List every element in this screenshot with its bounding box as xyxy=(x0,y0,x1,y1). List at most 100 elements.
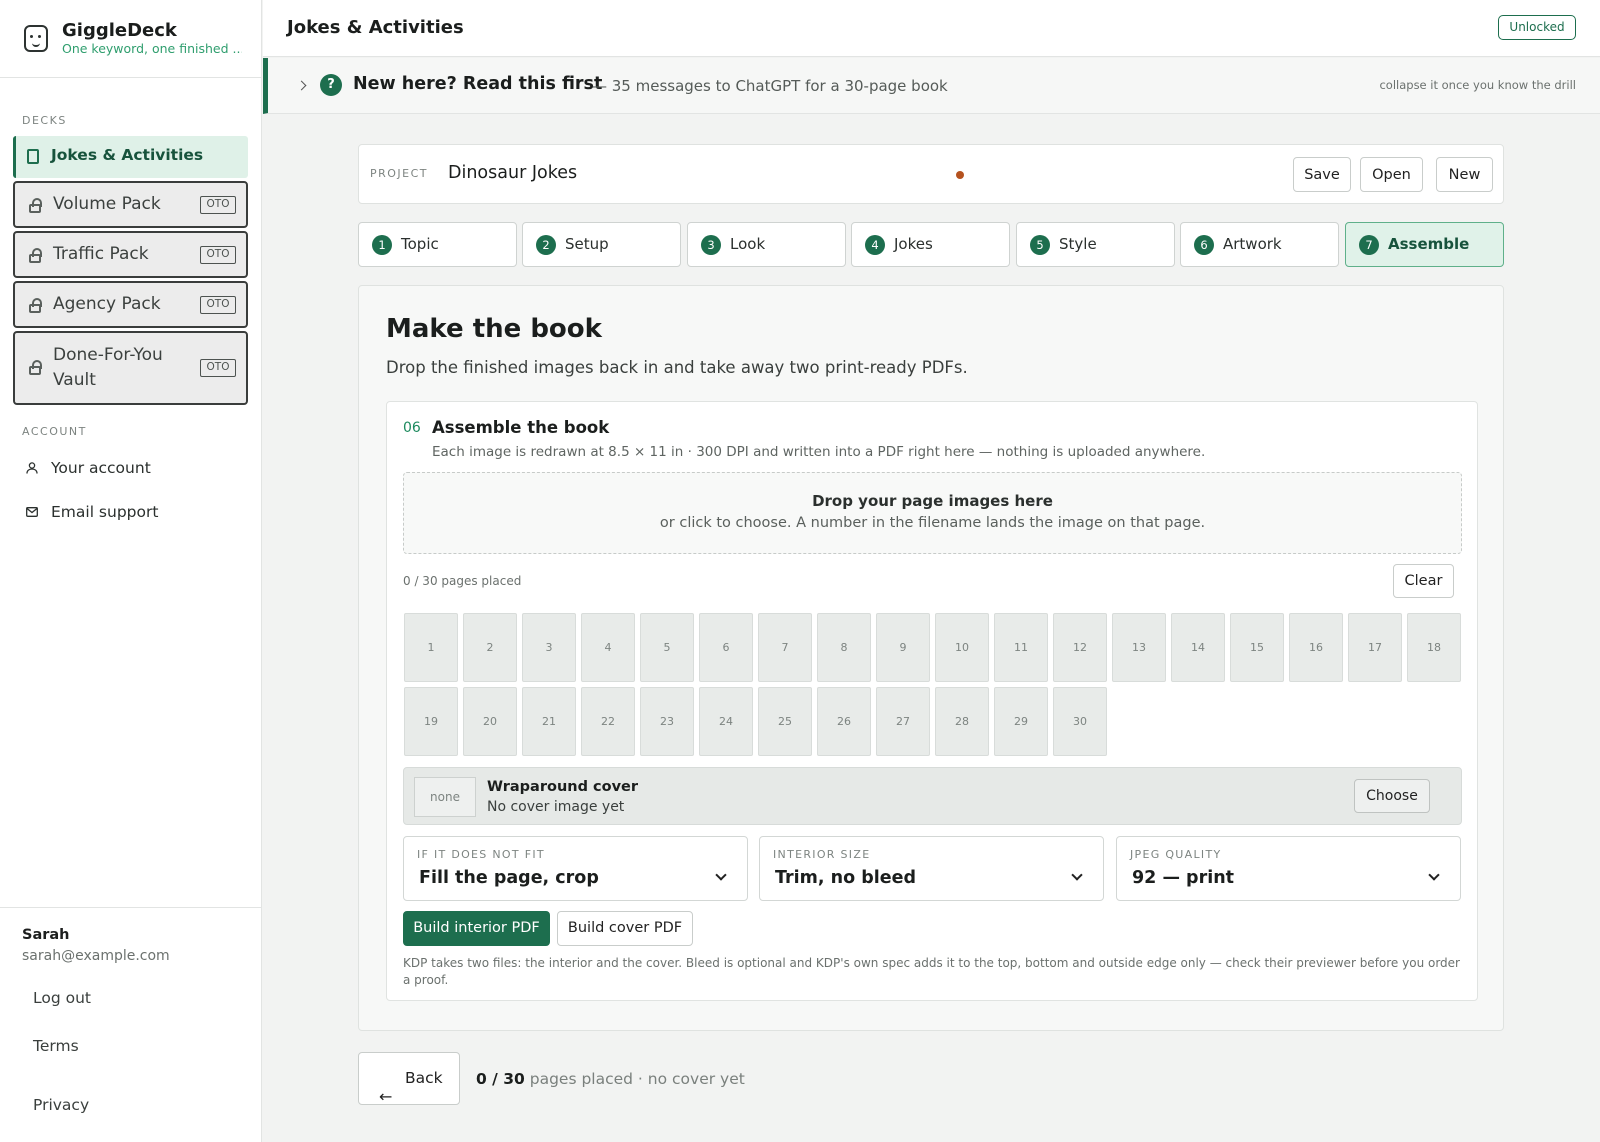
build-interior-pdf-button[interactable]: Build interior PDF xyxy=(403,911,550,946)
top-bar: Jokes & Activities Unlocked xyxy=(263,0,1600,57)
drop-title: Drop your page images here xyxy=(812,492,1053,510)
page-slot[interactable]: 10 xyxy=(935,613,989,682)
page-slot[interactable]: 20 xyxy=(463,687,517,756)
select-value: Trim, no bleed xyxy=(775,868,916,888)
page-slot[interactable]: 29 xyxy=(994,687,1048,756)
page-slot[interactable]: 8 xyxy=(817,613,871,682)
page-slot[interactable]: 4 xyxy=(581,613,635,682)
image-drop-zone[interactable]: Drop your page images here or click to c… xyxy=(403,472,1462,554)
tab-look[interactable]: 3 Look xyxy=(687,222,846,267)
sidebar-item-agency-pack[interactable]: Agency Pack OTO xyxy=(13,281,248,328)
tab-topic[interactable]: 1 Topic xyxy=(358,222,517,267)
oto-badge: OTO xyxy=(200,196,236,214)
page-slot[interactable]: 17 xyxy=(1348,613,1402,682)
tab-jokes[interactable]: 4 Jokes xyxy=(851,222,1010,267)
user-panel: Sarah sarah@example.com Log out Terms Pr… xyxy=(0,907,262,1142)
page-slot[interactable]: 12 xyxy=(1053,613,1107,682)
jpeg-quality-select[interactable]: JPEG QUALITY 92 — print xyxy=(1116,836,1461,901)
page-slot[interactable]: 27 xyxy=(876,687,930,756)
tab-assemble[interactable]: 7 Assemble xyxy=(1345,222,1504,267)
kdp-note: KDP takes two files: the interior and th… xyxy=(403,956,1460,987)
step-label: Style xyxy=(1059,235,1097,253)
page-slot[interactable]: 5 xyxy=(640,613,694,682)
chevron-down-icon xyxy=(715,869,727,881)
mail-icon xyxy=(26,507,38,517)
page-slot[interactable]: 16 xyxy=(1289,613,1343,682)
privacy-link[interactable]: Privacy xyxy=(33,1096,89,1114)
sidebar-item-done-for-you-vault[interactable]: Done-For-You Vault OTO xyxy=(13,331,248,405)
sidebar-item-traffic-pack[interactable]: Traffic Pack OTO xyxy=(13,231,248,278)
select-value: 92 — print xyxy=(1132,868,1235,888)
project-label: PROJECT xyxy=(370,167,429,180)
sidebar-item-your-account[interactable]: Your account xyxy=(24,459,224,481)
tab-setup[interactable]: 2 Setup xyxy=(522,222,681,267)
choose-cover-button[interactable]: Choose xyxy=(1354,779,1430,813)
page-slot[interactable]: 24 xyxy=(699,687,753,756)
page-slot[interactable]: 22 xyxy=(581,687,635,756)
back-button[interactable]: ← Back xyxy=(358,1052,460,1106)
status-badge: Unlocked xyxy=(1498,15,1576,40)
chevron-down-icon xyxy=(1428,869,1440,881)
page-slot[interactable]: 1 xyxy=(404,613,458,682)
page-slot[interactable]: 11 xyxy=(994,613,1048,682)
new-button[interactable]: New xyxy=(1436,157,1493,192)
book-icon xyxy=(27,149,39,164)
logout-link[interactable]: Log out xyxy=(33,989,91,1007)
interior-size-select[interactable]: INTERIOR SIZE Trim, no bleed xyxy=(759,836,1104,901)
page-slot[interactable]: 13 xyxy=(1112,613,1166,682)
project-name[interactable]: Dinosaur Jokes xyxy=(448,163,577,183)
decks-label: DECKS xyxy=(22,114,67,127)
open-button[interactable]: Open xyxy=(1360,157,1423,192)
page-slot[interactable]: 9 xyxy=(876,613,930,682)
brand-tagline: One keyword, one finished ... xyxy=(62,41,242,56)
page-slot[interactable]: 30 xyxy=(1053,687,1107,756)
sidebar-item-email-support[interactable]: Email support xyxy=(24,503,224,525)
lock-icon xyxy=(29,198,42,213)
page-slot[interactable]: 26 xyxy=(817,687,871,756)
select-value: Fill the page, crop xyxy=(419,868,599,888)
sidebar-item-label: Traffic Pack xyxy=(53,244,149,264)
page-slot[interactable]: 28 xyxy=(935,687,989,756)
intro-notice[interactable]: ? New here? Read this first — 35 message… xyxy=(263,58,1600,114)
pages-placed-count: 0 / 30 pages placed xyxy=(403,574,522,588)
assemble-panel: Make the book Drop the finished images b… xyxy=(358,285,1504,1031)
page-slot[interactable]: 7 xyxy=(758,613,812,682)
clear-button[interactable]: Clear xyxy=(1393,564,1454,598)
panel-title: Make the book xyxy=(386,314,602,344)
notice-subtitle: — 35 messages to ChatGPT for a 30-page b… xyxy=(592,77,948,95)
step-label: Setup xyxy=(565,235,609,253)
select-label: IF IT DOES NOT FIT xyxy=(417,848,545,861)
oto-badge: OTO xyxy=(200,296,236,314)
tab-style[interactable]: 5 Style xyxy=(1016,222,1175,267)
fit-select[interactable]: IF IT DOES NOT FIT Fill the page, crop xyxy=(403,836,748,901)
bottom-status-text: pages placed · no cover yet xyxy=(524,1070,745,1088)
select-label: JPEG QUALITY xyxy=(1130,848,1222,861)
page-slot[interactable]: 19 xyxy=(404,687,458,756)
step-number: 1 xyxy=(372,235,392,255)
page-slot[interactable]: 15 xyxy=(1230,613,1284,682)
step-label: Artwork xyxy=(1223,235,1282,253)
save-button[interactable]: Save xyxy=(1293,157,1351,192)
page-slot[interactable]: 25 xyxy=(758,687,812,756)
brand: GiggleDeck One keyword, one finished ... xyxy=(0,0,262,78)
sidebar-item-volume-pack[interactable]: Volume Pack OTO xyxy=(13,181,248,228)
cover-row: none Wraparound cover No cover image yet… xyxy=(403,767,1462,825)
bottom-status: 0 / 30 pages placed · no cover yet xyxy=(476,1070,745,1088)
page-slot[interactable]: 21 xyxy=(522,687,576,756)
page-slot[interactable]: 3 xyxy=(522,613,576,682)
page-slot[interactable]: 14 xyxy=(1171,613,1225,682)
page-slot[interactable]: 18 xyxy=(1407,613,1461,682)
sidebar-item-jokes-activities[interactable]: Jokes & Activities xyxy=(13,136,248,178)
section-subtitle: Each image is redrawn at 8.5 × 11 in · 3… xyxy=(432,444,1206,460)
step-number: 4 xyxy=(865,235,885,255)
terms-link[interactable]: Terms xyxy=(33,1037,79,1055)
page-slot[interactable]: 6 xyxy=(699,613,753,682)
page-slot[interactable]: 2 xyxy=(463,613,517,682)
page-slot[interactable]: 23 xyxy=(640,687,694,756)
build-cover-pdf-button[interactable]: Build cover PDF xyxy=(557,911,693,946)
cover-thumbnail: none xyxy=(414,777,476,817)
lock-icon xyxy=(29,360,42,375)
tab-artwork[interactable]: 6 Artwork xyxy=(1180,222,1339,267)
chevron-right-icon[interactable] xyxy=(296,80,307,91)
logo-icon xyxy=(24,25,48,52)
